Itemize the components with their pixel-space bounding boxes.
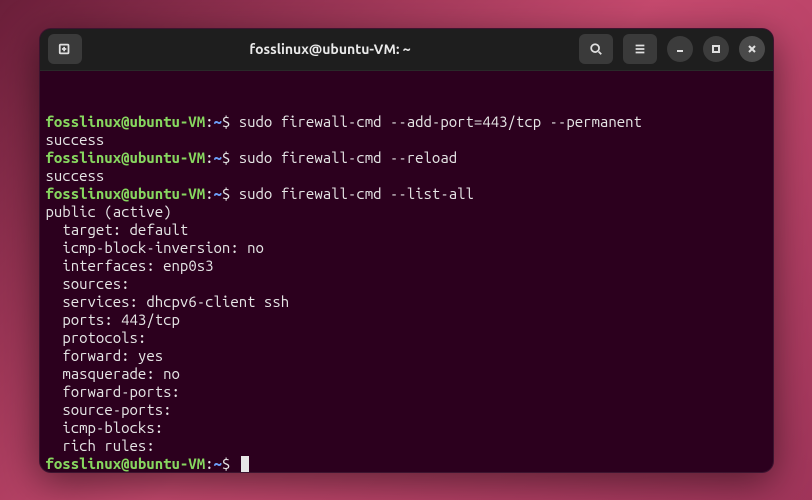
terminal-line: services: dhcpv6-client ssh [46, 293, 763, 311]
cursor [241, 456, 249, 472]
minimize-button[interactable] [667, 36, 693, 62]
command-text: sudo firewall-cmd --reload [239, 149, 457, 166]
terminal-line: fosslinux@ubuntu-VM:~$ sudo firewall-cmd… [46, 113, 763, 131]
new-tab-button[interactable] [48, 34, 82, 64]
terminal-line: interfaces: enp0s3 [46, 257, 763, 275]
output-text: services: dhcpv6-client ssh [46, 293, 290, 310]
terminal-line: protocols: [46, 329, 763, 347]
terminal-line: fosslinux@ubuntu-VM:~$ sudo firewall-cmd… [46, 185, 763, 203]
output-text: public (active) [46, 203, 172, 220]
terminal-scroll-area[interactable]: fosslinux@ubuntu-VM:~$ sudo firewall-cmd… [46, 113, 771, 472]
output-text: target: default [46, 221, 189, 238]
output-text: forward: yes [46, 347, 164, 364]
close-button[interactable] [739, 36, 765, 62]
terminal-window: fosslinux@ubuntu-VM: ~ fosslinux@ubuntu-… [39, 28, 774, 473]
titlebar: fosslinux@ubuntu-VM: ~ [40, 29, 773, 71]
search-icon [589, 42, 603, 56]
command-text: sudo firewall-cmd --list-all [239, 185, 474, 202]
terminal-line: public (active) [46, 203, 763, 221]
menu-button[interactable] [623, 34, 657, 64]
output-text: icmp-blocks: [46, 419, 164, 436]
prompt-user-host: fosslinux@ubuntu-VM [46, 113, 206, 130]
prompt-colon: : [205, 185, 213, 202]
terminal-viewport[interactable]: fosslinux@ubuntu-VM:~$ sudo firewall-cmd… [40, 71, 773, 472]
command-text: sudo firewall-cmd --add-port=443/tcp --p… [239, 113, 642, 130]
prompt-user-host: fosslinux@ubuntu-VM [46, 185, 206, 202]
output-text: sources: [46, 275, 130, 292]
output-text: forward-ports: [46, 383, 180, 400]
prompt-colon: : [205, 149, 213, 166]
prompt-colon: : [205, 113, 213, 130]
terminal-line: rich rules: [46, 437, 763, 455]
search-button[interactable] [579, 34, 613, 64]
hamburger-icon [633, 42, 647, 56]
maximize-icon [711, 44, 721, 54]
minimize-icon [675, 44, 685, 54]
terminal-line: sources: [46, 275, 763, 293]
output-text: icmp-block-inversion: no [46, 239, 264, 256]
output-text: interfaces: enp0s3 [46, 257, 214, 274]
output-text: ports: 443/tcp [46, 311, 180, 328]
terminal-line: target: default [46, 221, 763, 239]
prompt-path: ~ [214, 113, 222, 130]
prompt-symbol: $ [222, 185, 239, 202]
terminal-line: ports: 443/tcp [46, 311, 763, 329]
output-text: success [46, 167, 105, 184]
output-text: rich rules: [46, 437, 155, 454]
terminal-line: forward: yes [46, 347, 763, 365]
output-text: masquerade: no [46, 365, 180, 382]
output-text: protocols: [46, 329, 147, 346]
terminal-line: success [46, 167, 763, 185]
terminal-line: icmp-block-inversion: no [46, 239, 763, 257]
terminal-line: success [46, 131, 763, 149]
close-icon [747, 44, 757, 54]
prompt-colon: : [205, 455, 213, 472]
terminal-line: forward-ports: [46, 383, 763, 401]
prompt-symbol: $ [222, 149, 239, 166]
terminal-line: source-ports: [46, 401, 763, 419]
prompt-symbol: $ [222, 113, 239, 130]
prompt-path: ~ [214, 185, 222, 202]
terminal-line: icmp-blocks: [46, 419, 763, 437]
window-title: fosslinux@ubuntu-VM: ~ [88, 41, 573, 57]
output-text: source-ports: [46, 401, 172, 418]
terminal-line: fosslinux@ubuntu-VM:~$ sudo firewall-cmd… [46, 149, 763, 167]
maximize-button[interactable] [703, 36, 729, 62]
prompt-symbol: $ [222, 455, 239, 472]
new-tab-icon [58, 42, 72, 56]
output-text: success [46, 131, 105, 148]
terminal-line: masquerade: no [46, 365, 763, 383]
terminal-line: fosslinux@ubuntu-VM:~$ [46, 455, 763, 472]
prompt-path: ~ [214, 149, 222, 166]
prompt-user-host: fosslinux@ubuntu-VM [46, 149, 206, 166]
prompt-path: ~ [214, 455, 222, 472]
prompt-user-host: fosslinux@ubuntu-VM [46, 455, 206, 472]
